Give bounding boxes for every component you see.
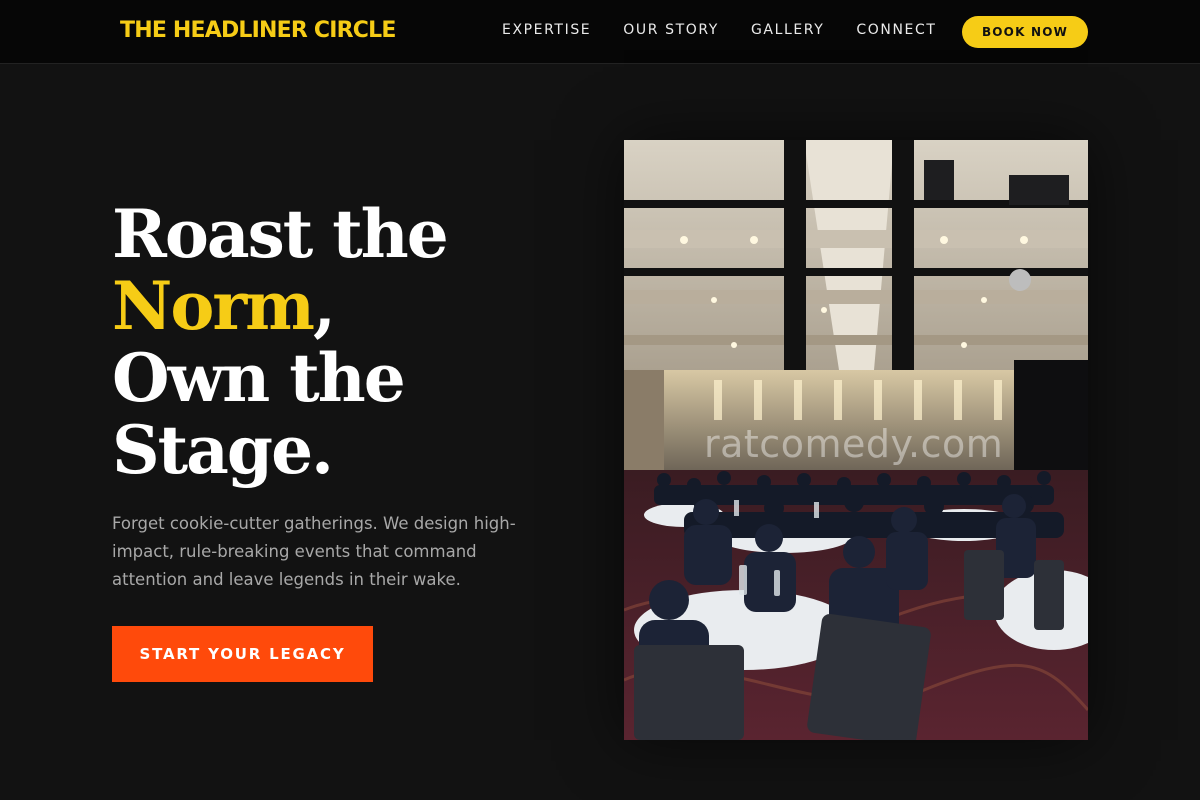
nav-link-expertise[interactable]: EXPERTISE xyxy=(502,22,591,38)
hero-description: Forget cookie-cutter gatherings. We desi… xyxy=(112,514,516,589)
nav-link-gallery[interactable]: GALLERY xyxy=(751,22,824,38)
hero-title: Roast the Norm, Own the Stage. xyxy=(112,195,449,489)
hero-title-comma: , xyxy=(312,267,336,345)
nav-link-our-story[interactable]: OUR STORY xyxy=(623,22,719,38)
nav-links: EXPERTISE OUR STORY GALLERY CONNECT xyxy=(502,22,969,38)
hero-event-photo: ratcomedy.com xyxy=(624,140,1088,740)
start-your-legacy-button[interactable]: START YOUR LEGACY xyxy=(112,626,373,682)
nav-link-connect[interactable]: CONNECT xyxy=(856,22,936,38)
hero-title-line-4: Stage. xyxy=(112,411,334,489)
top-navbar: THE HEADLINER CIRCLE EXPERTISE OUR STORY… xyxy=(0,0,1200,64)
hero-title-accent: Norm xyxy=(112,267,315,345)
brand-logo[interactable]: THE HEADLINER CIRCLE xyxy=(120,18,396,43)
hero-title-line-2: Norm, xyxy=(112,270,447,342)
book-now-button[interactable]: BOOK NOW xyxy=(962,16,1088,48)
hero-title-line-1: Roast the xyxy=(112,195,449,273)
hero-title-line-3: Own the xyxy=(112,339,406,417)
photo-watermark: ratcomedy.com xyxy=(704,422,1004,466)
